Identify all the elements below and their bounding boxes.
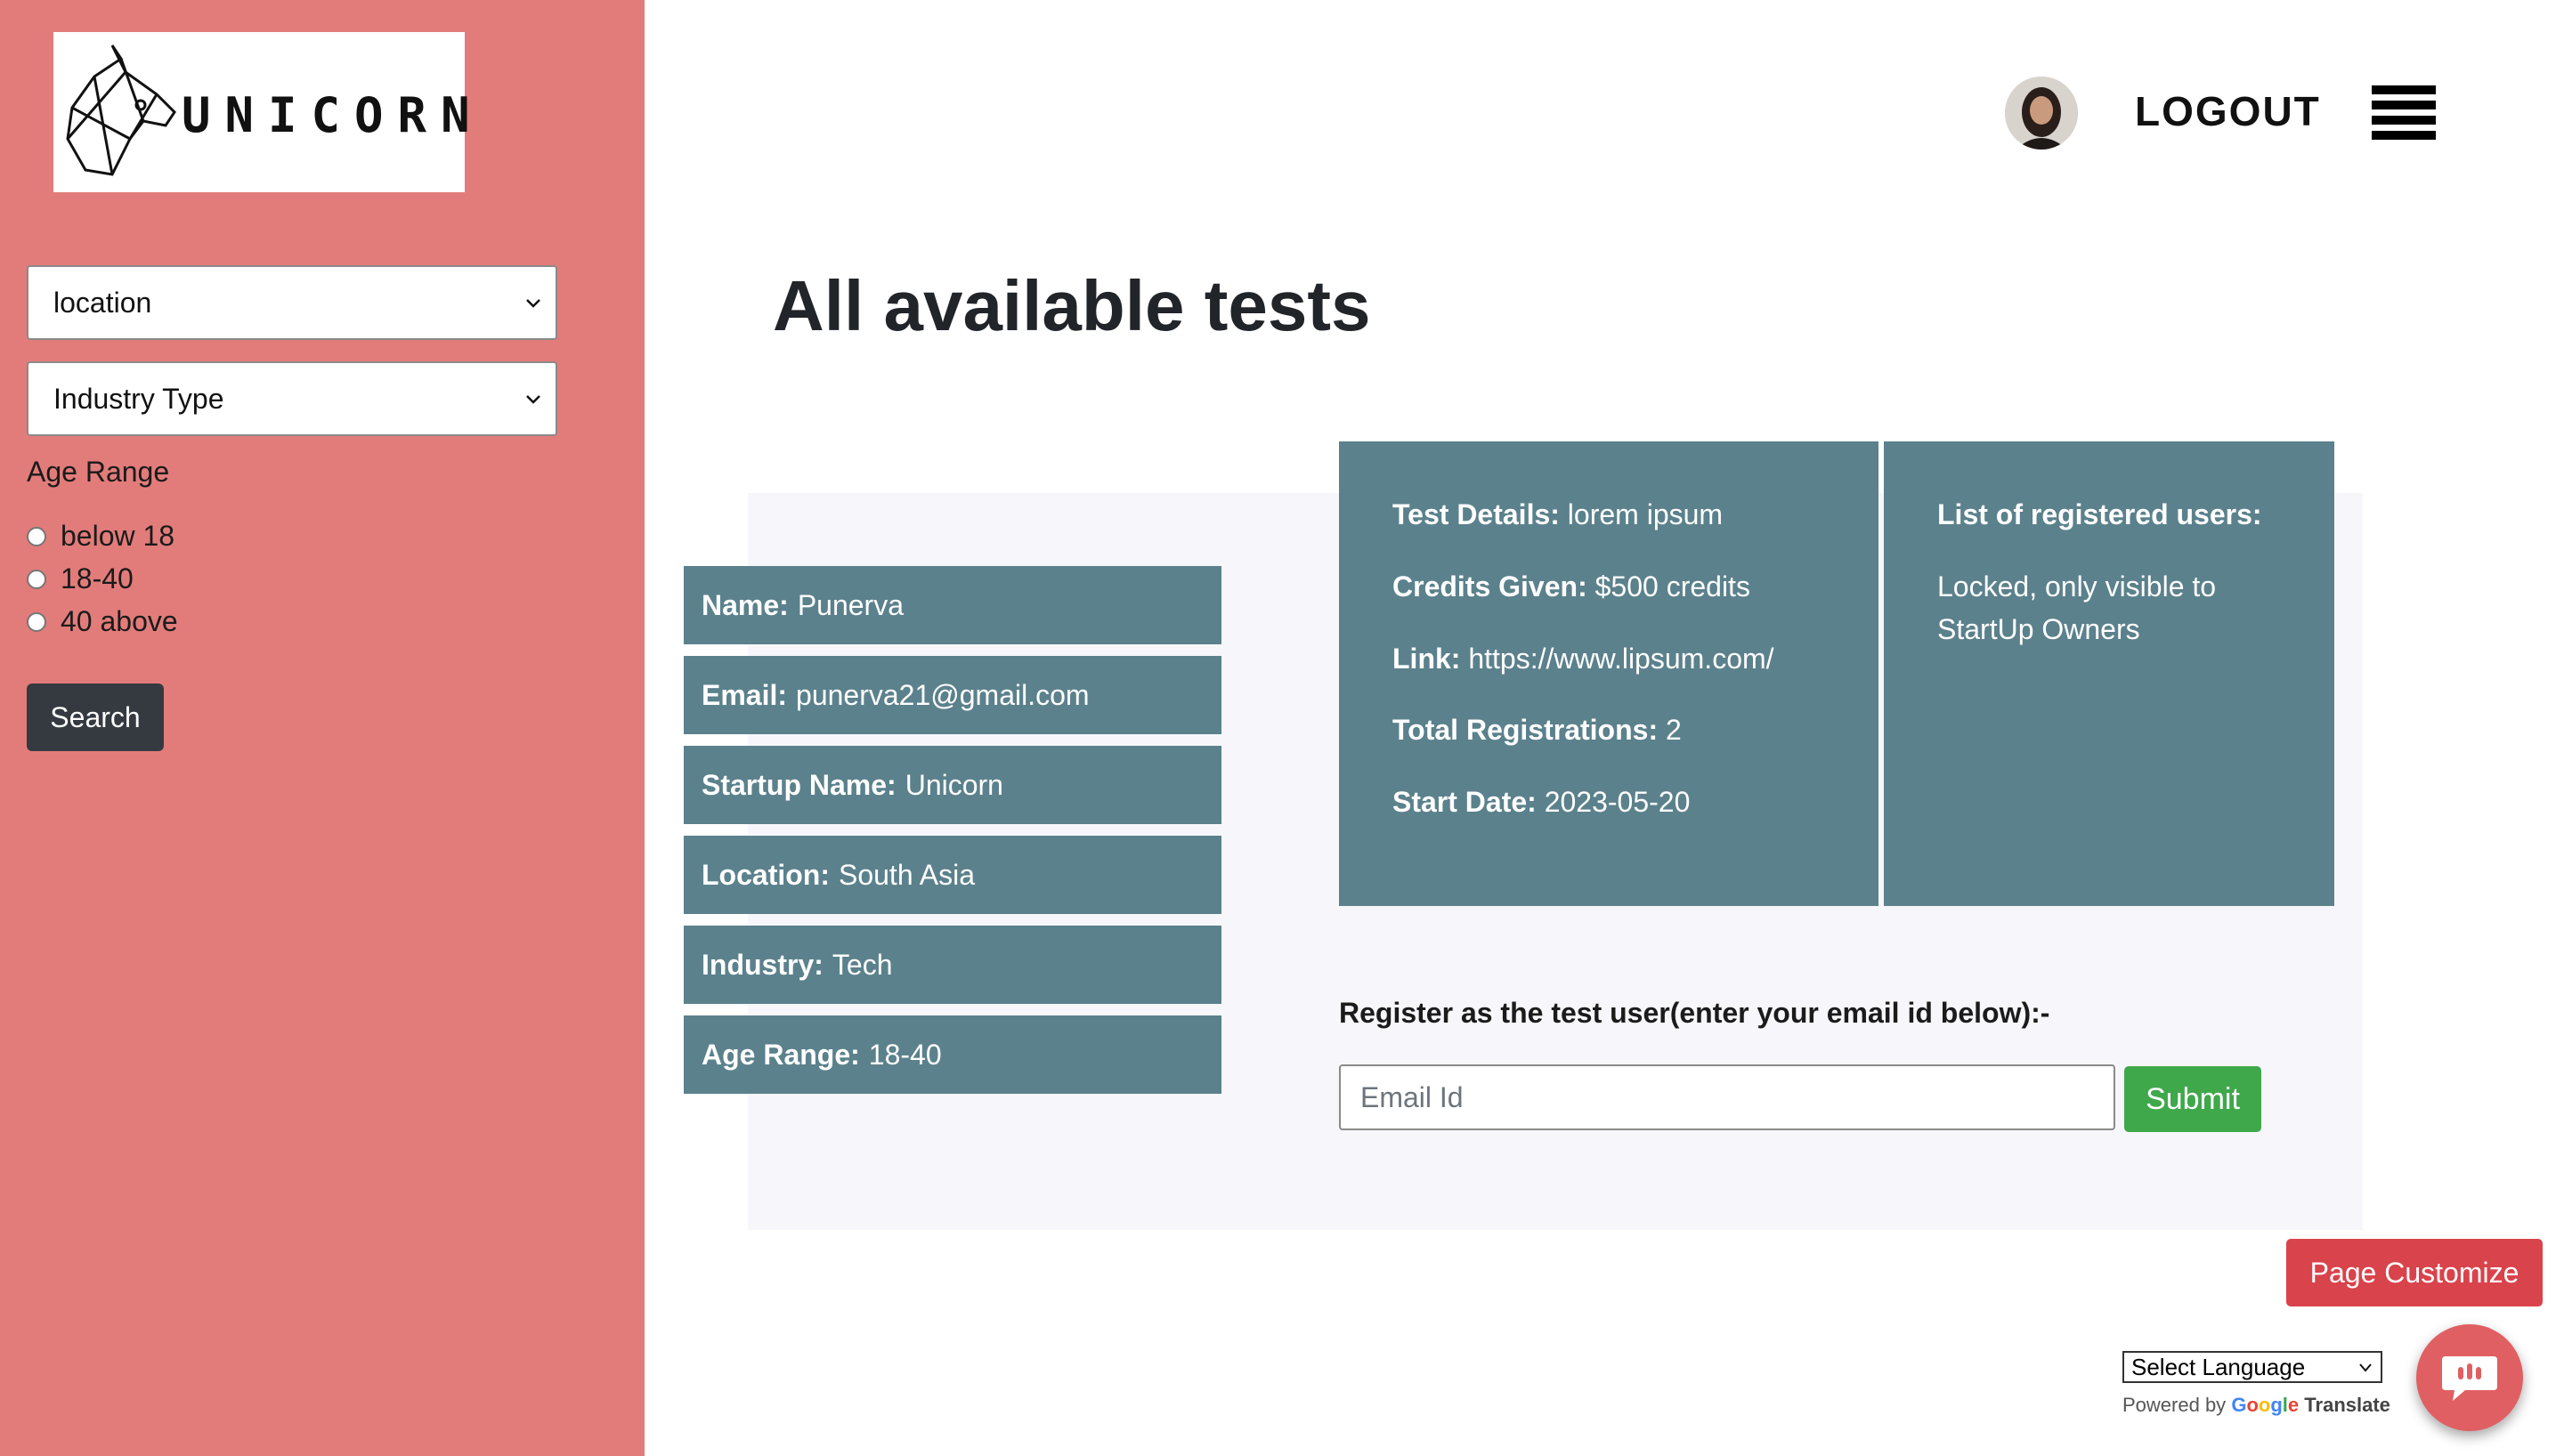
radio-button[interactable] <box>27 569 46 589</box>
profile-industry-row: Industry: Tech <box>684 926 1221 1004</box>
search-button[interactable]: Search <box>27 684 164 751</box>
registered-users-line1: Locked, only visible to <box>1937 570 2217 603</box>
chevron-down-icon <box>2359 1363 2372 1372</box>
location-select[interactable]: location <box>27 265 557 340</box>
language-select-label: Select Language <box>2131 1353 2306 1380</box>
email-placeholder: Email Id <box>1360 1080 1464 1113</box>
logo-text: UNICORN <box>182 87 484 143</box>
avatar[interactable] <box>2005 77 2078 150</box>
profile-key: Location: <box>702 858 830 891</box>
industry-type-select[interactable]: Industry Type <box>27 361 557 436</box>
age-range-title: Age Range <box>27 456 170 488</box>
submit-button[interactable]: Submit <box>2124 1066 2261 1132</box>
profile-value: punerva21@gmail.com <box>796 678 1090 711</box>
registered-users-card: List of registered users: Locked, only v… <box>1884 441 2334 906</box>
hamburger-menu-icon[interactable] <box>2372 85 2436 141</box>
translate-link[interactable]: Translate <box>2304 1394 2390 1416</box>
register-label: Register as the test user(enter your ema… <box>1339 997 2050 1029</box>
unicorn-logo[interactable]: UNICORN <box>53 32 470 192</box>
registered-users-line2: StartUp Owners <box>1937 613 2140 645</box>
age-option-label: below 18 <box>61 520 175 552</box>
chat-button[interactable] <box>2416 1324 2523 1431</box>
profile-value: 18-40 <box>868 1038 942 1071</box>
profile-value: Unicorn <box>905 768 1003 801</box>
profile-key: Industry: <box>702 948 824 981</box>
age-option-below-18[interactable]: below 18 <box>27 520 174 553</box>
chevron-down-icon <box>526 395 540 404</box>
age-option-label: 40 above <box>61 605 178 637</box>
profile-key: Age Range: <box>702 1038 860 1071</box>
page-customize-button[interactable]: Page Customize <box>2286 1239 2543 1306</box>
logout-link[interactable]: LOGOUT <box>2135 87 2321 135</box>
chevron-down-icon <box>526 299 540 308</box>
registrations-line: Total Registrations: 2 <box>1392 714 1682 746</box>
page-title: All available tests <box>773 266 1371 345</box>
registered-users-title: List of registered users: <box>1937 498 2262 530</box>
radio-button[interactable] <box>27 611 46 632</box>
user-avatar-icon <box>2005 77 2078 150</box>
age-option-40-above[interactable]: 40 above <box>27 605 178 638</box>
age-option-label: 18-40 <box>61 562 134 595</box>
profile-email-row: Email: punerva21@gmail.com <box>684 656 1221 734</box>
test-details-line: Test Details: lorem ipsum <box>1392 498 1724 530</box>
chat-bubble-icon <box>2442 1356 2497 1401</box>
sidebar: UNICORN location Industry Type Age Range… <box>0 0 645 1456</box>
profile-value: South Asia <box>838 858 975 891</box>
location-select-label: location <box>53 286 152 319</box>
age-option-18-40[interactable]: 18-40 <box>27 562 134 595</box>
profile-key: Email: <box>702 678 788 711</box>
profile-key: Name: <box>702 588 789 621</box>
powered-by-google: Powered by Google Translate <box>2122 1394 2390 1416</box>
unicorn-head-icon <box>66 44 176 176</box>
language-select[interactable]: Select Language <box>2122 1351 2382 1383</box>
profile-key: Startup Name: <box>702 768 897 801</box>
google-logo-text[interactable]: Google <box>2231 1394 2299 1416</box>
test-details-card: Test Details: lorem ipsum Credits Given:… <box>1339 441 1878 906</box>
profile-age-range-row: Age Range: 18-40 <box>684 1015 1221 1094</box>
credits-line: Credits Given: $500 credits <box>1392 570 1750 603</box>
radio-button[interactable] <box>27 526 46 546</box>
link-line[interactable]: Link: https://www.lipsum.com/ <box>1392 643 1774 675</box>
profile-name-row: Name: Punerva <box>684 566 1221 644</box>
profile-startup-row: Startup Name: Unicorn <box>684 746 1221 824</box>
email-input[interactable]: Email Id <box>1339 1064 2115 1130</box>
profile-value: Tech <box>832 948 893 981</box>
start-date-line: Start Date: 2023-05-20 <box>1392 786 1691 818</box>
profile-location-row: Location: South Asia <box>684 836 1221 914</box>
industry-select-label: Industry Type <box>53 382 224 415</box>
profile-value: Punerva <box>797 588 904 621</box>
